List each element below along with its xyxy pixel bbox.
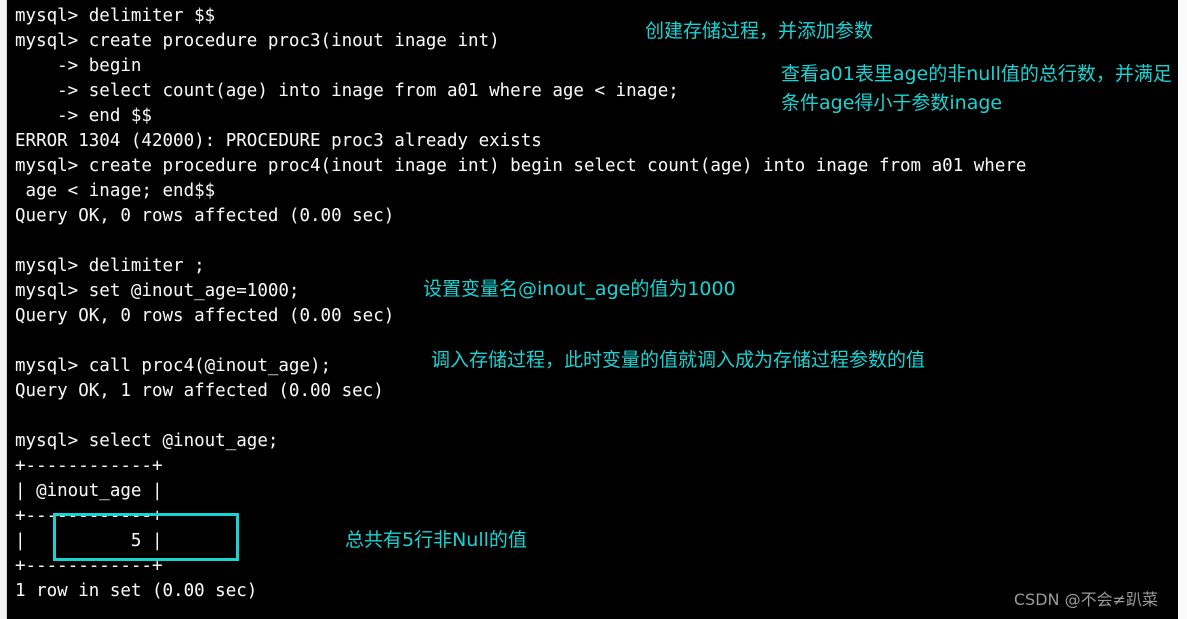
annotation-call-procedure: 调入存储过程，此时变量的值就调入成为存储过程参数的值 [431,349,926,371]
annotation-create-procedure: 创建存储过程，并添加参数 [645,20,874,42]
csdn-watermark: CSDN @不会≠趴菜 [1013,590,1158,609]
terminal-window[interactable]: mysql> delimiter $$ mysql> create proced… [7,0,1178,619]
screenshot-root: mysql> delimiter $$ mysql> create proced… [0,0,1187,619]
annotation-count-explanation: 查看a01表里age的非null值的总行数，并满足条件age得小于参数inage [781,63,1172,114]
right-edge-gutter [1178,0,1187,619]
result-value-highlight-box [53,513,239,561]
annotation-result-note: 总共有5行非Null的值 [345,529,527,551]
annotation-set-variable: 设置变量名@inout_age的值为1000 [423,278,736,300]
left-edge-gutter [0,0,7,619]
